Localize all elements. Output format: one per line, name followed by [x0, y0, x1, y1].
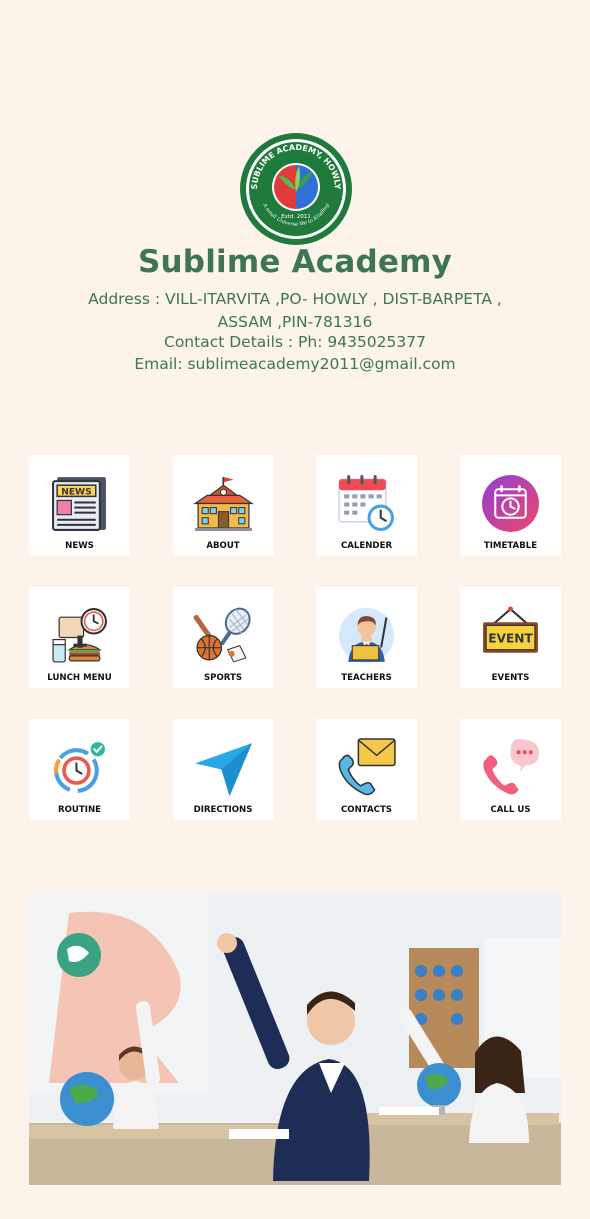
navigation-arrow-icon: [194, 743, 252, 796]
school-header: SUBLIME ACADEMY, HOWLY Estd. 2011 A smal…: [0, 0, 590, 400]
menu-tile-calender[interactable]: CALENDER: [316, 455, 417, 556]
menu-tile-directions[interactable]: DIRECTIONS: [172, 719, 274, 820]
menu-tile-news[interactable]: NEWS NEWS: [29, 455, 130, 556]
menu-label: SPORTS: [203, 673, 243, 683]
timetable-clock-icon: [482, 475, 539, 532]
school-name: Sublime Academy: [138, 244, 452, 280]
menu-tile-teachers[interactable]: TEACHERS: [316, 587, 417, 688]
calendar-clock-icon: [338, 475, 394, 531]
menu-label: TIMETABLE: [483, 541, 538, 551]
school-building-icon: [192, 477, 254, 531]
menu-label: LUNCH MENU: [47, 673, 112, 683]
school-logo: SUBLIME ACADEMY, HOWLY Estd. 2011 A smal…: [240, 133, 352, 245]
phone-mail-icon: [338, 738, 396, 796]
menu-label: CALL US: [490, 805, 531, 815]
menu-tile-contacts[interactable]: CONTACTS: [316, 719, 417, 820]
menu-tile-timetable[interactable]: TIMETABLE: [460, 455, 561, 556]
menu-label: CONTACTS: [340, 805, 392, 815]
menu-label: EVENTS: [491, 673, 530, 683]
teacher-icon: [339, 608, 394, 663]
menu-label: TEACHERS: [341, 673, 392, 683]
menu-label: NEWS: [65, 541, 94, 551]
menu-tile-events[interactable]: EVENT EVENTS: [460, 587, 561, 688]
contact-details: Contact Details : Ph: 9435025377: [164, 333, 426, 351]
menu-tile-about[interactable]: ABOUT: [172, 455, 274, 556]
event-sign-icon: EVENT: [483, 606, 538, 653]
menu-grid: NEWS NEWS ABOUT CALENDER TIMETABLE LUNCH…: [29, 455, 561, 821]
address-line-2: ASSAM ,PIN-781316: [217, 313, 373, 331]
routine-clock-icon: [54, 742, 105, 793]
menu-label: ROUTINE: [57, 805, 102, 815]
svg-text:EVENT: EVENT: [488, 632, 533, 646]
lunch-icon: [52, 608, 107, 663]
call-us-icon: [483, 739, 539, 795]
svg-text:Estd. 2011: Estd. 2011: [281, 214, 310, 220]
menu-tile-routine[interactable]: ROUTINE: [29, 719, 130, 820]
classroom-photo: [29, 893, 561, 1185]
email-address: Email: sublimeacademy2011@gmail.com: [134, 355, 456, 373]
menu-tile-sports[interactable]: SPORTS: [172, 587, 274, 688]
svg-text:NEWS: NEWS: [61, 487, 92, 497]
sports-icon: [193, 607, 251, 663]
menu-tile-lunch-menu[interactable]: LUNCH MENU: [29, 587, 130, 688]
address-line-1: Address : VILL-ITARVITA ,PO- HOWLY , DIS…: [88, 290, 502, 308]
menu-label: ABOUT: [206, 541, 240, 551]
menu-label: DIRECTIONS: [193, 805, 253, 815]
menu-label: CALENDER: [340, 541, 393, 551]
menu-tile-call-us[interactable]: CALL US: [460, 719, 561, 820]
newspaper-icon: NEWS: [52, 477, 106, 531]
